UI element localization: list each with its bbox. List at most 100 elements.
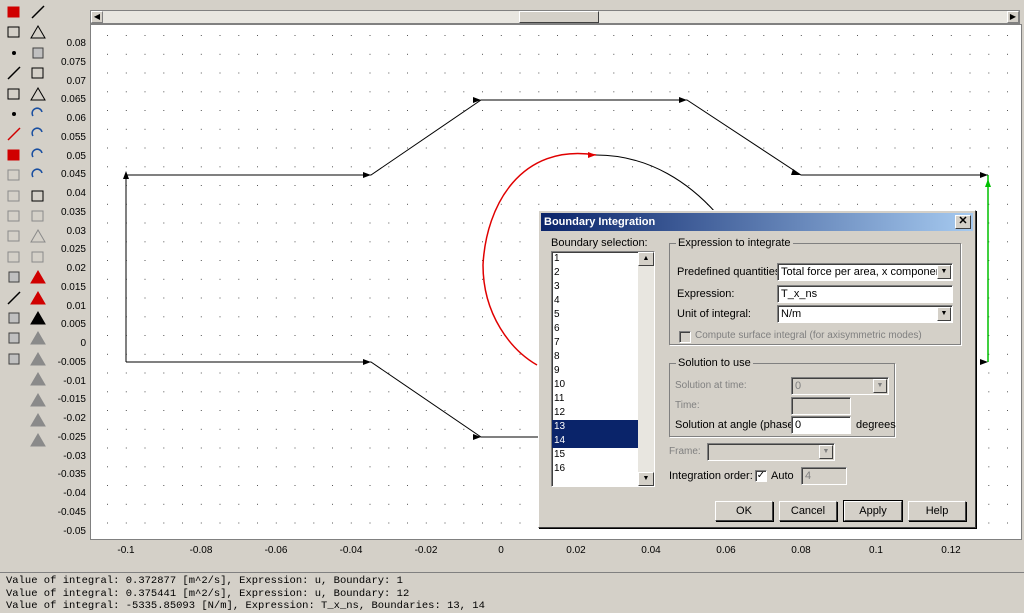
rotate3-icon[interactable]	[28, 146, 48, 164]
boundary-list-item[interactable]: 12	[552, 406, 640, 420]
scroll-left-arrow-icon[interactable]: ◀	[91, 11, 103, 23]
chevron-down-icon[interactable]: ▼	[873, 379, 887, 393]
triangle-icon[interactable]	[28, 23, 48, 41]
rectangle-icon[interactable]	[4, 85, 24, 103]
predefined-quantities-select[interactable]: Total force per area, x component ▼	[777, 263, 953, 281]
angle-input[interactable]: 0	[791, 416, 851, 434]
line-icon[interactable]	[4, 64, 24, 82]
surface-integral-checkbox[interactable]	[679, 331, 691, 343]
red-square-icon[interactable]	[4, 146, 24, 164]
y-tick-label: 0.01	[66, 300, 86, 312]
boundary-list-item[interactable]: 11	[552, 392, 640, 406]
y-tick-label: 0.005	[60, 319, 86, 331]
scroll-up-arrow-icon[interactable]: ▲	[638, 252, 654, 266]
status-line: Value of integral: 0.372877 [m^2/s], Exp…	[6, 575, 403, 587]
select-icon[interactable]	[4, 23, 24, 41]
x-tick-label: 0.02	[566, 545, 586, 556]
red-line-icon[interactable]	[4, 125, 24, 143]
mesh-all-icon[interactable]	[4, 227, 24, 245]
time-label: Time:	[675, 400, 700, 411]
scroll-right-arrow-icon[interactable]: ▶	[1007, 11, 1019, 23]
rotate2-icon[interactable]	[28, 125, 48, 143]
boundary-list-item[interactable]: 13	[552, 420, 640, 434]
horizontal-scrollbar[interactable]: ◀ ▶	[90, 10, 1020, 24]
mesh-triangle-icon[interactable]	[28, 227, 48, 245]
boundary-list-item[interactable]: 16	[552, 462, 640, 476]
y-tick-label: -0.04	[63, 488, 86, 499]
boundary-list-item[interactable]: 8	[552, 350, 640, 364]
help-button[interactable]: Help	[908, 501, 966, 521]
plot5-icon[interactable]	[28, 391, 48, 409]
boundary-list-item[interactable]: 10	[552, 378, 640, 392]
mesh-edit-icon[interactable]	[4, 187, 24, 205]
small-point-icon[interactable]	[4, 105, 24, 123]
chevron-down-icon[interactable]: ▼	[937, 265, 951, 279]
x-tick-label: -0.08	[189, 545, 213, 556]
apply-button[interactable]: Apply	[843, 500, 903, 522]
auto-checkbox[interactable]: ✓	[755, 470, 767, 482]
boundary-list-item[interactable]: 14	[552, 434, 640, 448]
unit-of-integral-select[interactable]: N/m ▼	[777, 305, 953, 323]
solve2-icon[interactable]	[28, 289, 48, 307]
solution-time-select[interactable]: 0 ▼	[791, 377, 889, 395]
scroll-thumb[interactable]	[519, 11, 599, 23]
cancel-button[interactable]: Cancel	[779, 501, 837, 521]
expression-input[interactable]: T_x_ns	[777, 285, 953, 303]
rotate-icon[interactable]	[28, 105, 48, 123]
arrow-icon[interactable]	[28, 3, 48, 21]
mesh-init-icon[interactable]	[28, 187, 48, 205]
boundary-list-item[interactable]: 1	[552, 252, 640, 266]
x-tick-label: 0.06	[716, 545, 736, 556]
boundary-list-item[interactable]: 5	[552, 308, 640, 322]
tag-icon[interactable]	[4, 350, 24, 368]
boundary-list-item[interactable]: 9	[552, 364, 640, 378]
x-tick-label: 0.12	[941, 545, 961, 556]
plot-icon[interactable]	[28, 309, 48, 327]
y-tick-label: -0.02	[63, 413, 86, 424]
unit-of-integral-label: Unit of integral:	[677, 308, 751, 320]
y-tick-label: 0.055	[60, 131, 86, 143]
time-input[interactable]	[791, 397, 851, 415]
plot2-icon[interactable]	[28, 329, 48, 347]
solve-icon[interactable]	[28, 268, 48, 286]
boundary-icon[interactable]	[4, 268, 24, 286]
y-tick-label: 0.04	[66, 188, 86, 199]
settings-icon[interactable]	[4, 329, 24, 347]
plot7-icon[interactable]	[28, 431, 48, 449]
boundary-listbox[interactable]: 1 2 3 4 5 6 7 8 9 10 11 12 13 14 15 16 ▲ ▼	[551, 251, 655, 487]
y-tick-label: 0.025	[60, 244, 86, 256]
integration-order-input[interactable]: 4	[801, 467, 847, 485]
plot4-icon[interactable]	[28, 370, 48, 388]
scroll-down-arrow-icon[interactable]: ▼	[638, 472, 654, 486]
boundary-list-item[interactable]: 4	[552, 294, 640, 308]
dialog-titlebar[interactable]: Boundary Integration ✕	[541, 213, 973, 231]
mesh-refine2-icon[interactable]	[28, 207, 48, 225]
y-tick-label: 0	[80, 338, 86, 349]
cone-icon[interactable]	[28, 85, 48, 103]
boundary-list-item[interactable]: 3	[552, 280, 640, 294]
edge-icon[interactable]	[4, 289, 24, 307]
frame-select[interactable]: ▼	[707, 443, 835, 461]
rotate4-icon[interactable]	[28, 166, 48, 184]
ok-button[interactable]: OK	[715, 501, 773, 521]
square-icon[interactable]	[28, 64, 48, 82]
polygon-icon[interactable]	[28, 44, 48, 62]
plot6-icon[interactable]	[28, 411, 48, 429]
mesh-mode-icon[interactable]	[4, 248, 24, 266]
chevron-down-icon[interactable]: ▼	[937, 307, 951, 321]
draw-mode-icon[interactable]	[4, 3, 24, 21]
chevron-down-icon[interactable]: ▼	[819, 445, 833, 459]
boundary-list-item[interactable]: 15	[552, 448, 640, 462]
boundary-list-item[interactable]: 2	[552, 266, 640, 280]
mesh-remove-icon[interactable]	[28, 248, 48, 266]
boundary-list-item[interactable]: 6	[552, 322, 640, 336]
close-icon[interactable]: ✕	[955, 215, 971, 229]
mesh-icon[interactable]	[4, 166, 24, 184]
point-icon[interactable]	[4, 44, 24, 62]
angle-unit-label: degrees	[856, 419, 896, 431]
listbox-scrollbar[interactable]: ▲ ▼	[638, 252, 654, 486]
plot3-icon[interactable]	[28, 350, 48, 368]
boundary-list-item[interactable]: 7	[552, 336, 640, 350]
subdomain-icon[interactable]	[4, 309, 24, 327]
mesh-refine-icon[interactable]	[4, 207, 24, 225]
